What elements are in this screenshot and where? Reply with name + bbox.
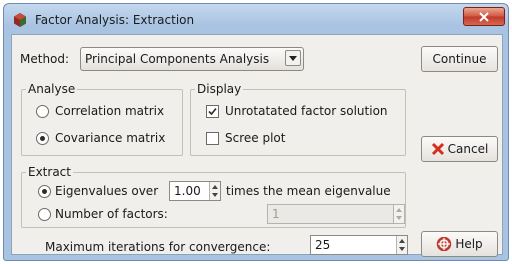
- unrotated-solution-checkbox[interactable]: [206, 105, 219, 118]
- max-iterations-spinner[interactable]: 25: [310, 235, 408, 255]
- number-of-factors-spinner[interactable]: 1: [267, 204, 405, 224]
- continue-button[interactable]: Continue: [421, 46, 498, 72]
- dialog-body: Method: Principal Components Analysis An…: [11, 34, 503, 257]
- radio-selected-dot: [42, 189, 47, 194]
- dialog-window: Factor Analysis: Extraction Method: Prin…: [3, 3, 509, 261]
- unrotated-solution-label[interactable]: Unrotatated factor solution: [225, 104, 388, 118]
- number-of-factors-radio[interactable]: [38, 208, 51, 221]
- correlation-matrix-label[interactable]: Correlation matrix: [55, 104, 164, 118]
- close-button[interactable]: [463, 7, 505, 26]
- cancel-button[interactable]: Cancel: [421, 136, 498, 162]
- number-of-factors-label[interactable]: Number of factors:: [55, 207, 168, 221]
- spinner-arrows-icon[interactable]: [209, 182, 220, 200]
- window-title: Factor Analysis: Extraction: [35, 13, 195, 27]
- app-icon: [14, 13, 26, 27]
- number-of-factors-value: 1: [272, 207, 280, 221]
- spinner-arrows-icon[interactable]: [393, 205, 404, 223]
- help-button-label: Help: [455, 237, 483, 251]
- title-bar[interactable]: Factor Analysis: Extraction: [4, 4, 508, 34]
- analyse-group: [21, 89, 183, 156]
- covariance-matrix-radio[interactable]: [36, 132, 49, 145]
- max-iterations-label: Maximum iterations for convergence:: [45, 240, 271, 254]
- display-group-title: Display: [195, 82, 244, 96]
- analyse-group-title: Analyse: [26, 82, 78, 96]
- extract-group-title: Extract: [26, 165, 73, 179]
- correlation-matrix-radio[interactable]: [36, 105, 49, 118]
- close-icon: [479, 11, 489, 22]
- help-icon: [437, 237, 452, 251]
- radio-selected-dot: [40, 136, 45, 141]
- help-button[interactable]: Help: [421, 231, 498, 257]
- covariance-matrix-label[interactable]: Covariance matrix: [55, 131, 165, 145]
- display-group: [190, 89, 406, 156]
- eigenvalue-spinner[interactable]: 1.00: [169, 181, 221, 201]
- cancel-button-label: Cancel: [447, 142, 489, 156]
- eigenvalues-label[interactable]: Eigenvalues over: [55, 184, 158, 198]
- eigenvalue-value: 1.00: [174, 184, 201, 198]
- scree-plot-checkbox[interactable]: [206, 132, 219, 145]
- cancel-icon: [431, 142, 444, 156]
- eigenvalue-suffix-label: times the mean eigenvalue: [226, 184, 391, 198]
- continue-button-label: Continue: [432, 52, 487, 66]
- checkmark-icon: [208, 107, 217, 116]
- method-label: Method:: [20, 52, 70, 66]
- method-selected-value: Principal Components Analysis: [85, 52, 270, 66]
- method-select[interactable]: Principal Components Analysis: [80, 47, 304, 71]
- dropdown-arrow-icon: [285, 50, 301, 66]
- eigenvalues-radio[interactable]: [38, 185, 51, 198]
- max-iterations-value: 25: [315, 238, 331, 252]
- scree-plot-label[interactable]: Scree plot: [225, 131, 285, 145]
- spinner-arrows-icon[interactable]: [396, 236, 407, 254]
